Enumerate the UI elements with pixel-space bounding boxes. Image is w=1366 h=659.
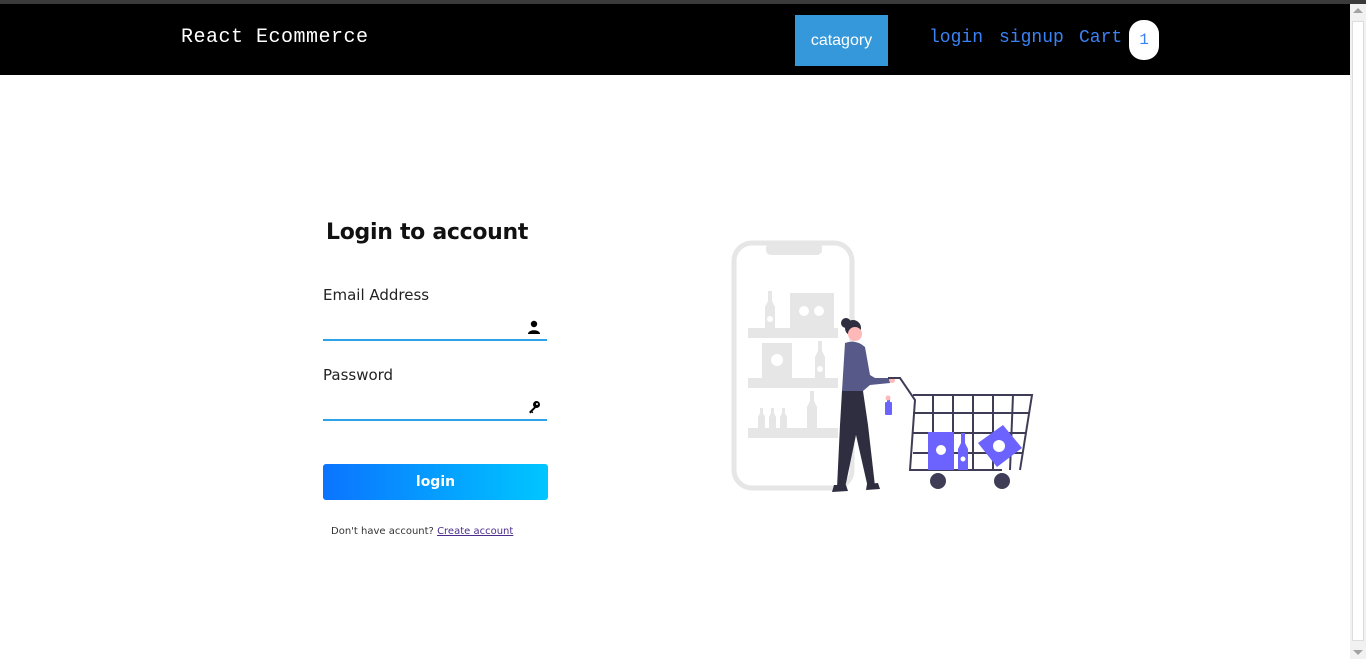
email-label: Email Address bbox=[323, 286, 430, 304]
scroll-up-arrow-icon[interactable] bbox=[1353, 8, 1363, 13]
no-account-text: Don't have account? bbox=[331, 526, 434, 537]
cart-count-badge[interactable]: 1 bbox=[1129, 20, 1159, 60]
scroll-down-arrow-icon[interactable] bbox=[1353, 650, 1363, 655]
signup-prompt: Don't have account? Create account bbox=[331, 526, 513, 537]
password-label: Password bbox=[323, 366, 394, 384]
user-icon bbox=[528, 320, 540, 334]
key-icon bbox=[529, 401, 540, 414]
category-button[interactable]: catagory bbox=[795, 15, 888, 66]
brand-logo-text[interactable]: React Ecommerce bbox=[181, 26, 369, 49]
password-input[interactable] bbox=[323, 393, 547, 421]
create-account-link[interactable]: Create account bbox=[437, 526, 513, 537]
page-scrollbar[interactable] bbox=[1350, 4, 1366, 659]
login-title: Login to account bbox=[326, 220, 529, 245]
login-submit-button[interactable]: login bbox=[323, 464, 548, 500]
navbar: React Ecommerce catagory login signup Ca… bbox=[0, 4, 1350, 75]
email-input[interactable] bbox=[323, 313, 547, 341]
nav-link-cart[interactable]: Cart bbox=[1079, 28, 1122, 48]
shopping-cart-illustration bbox=[731, 240, 1034, 492]
nav-link-login[interactable]: login bbox=[929, 28, 983, 48]
nav-link-signup[interactable]: signup bbox=[999, 28, 1064, 48]
scrollbar-thumb[interactable] bbox=[1352, 21, 1364, 641]
